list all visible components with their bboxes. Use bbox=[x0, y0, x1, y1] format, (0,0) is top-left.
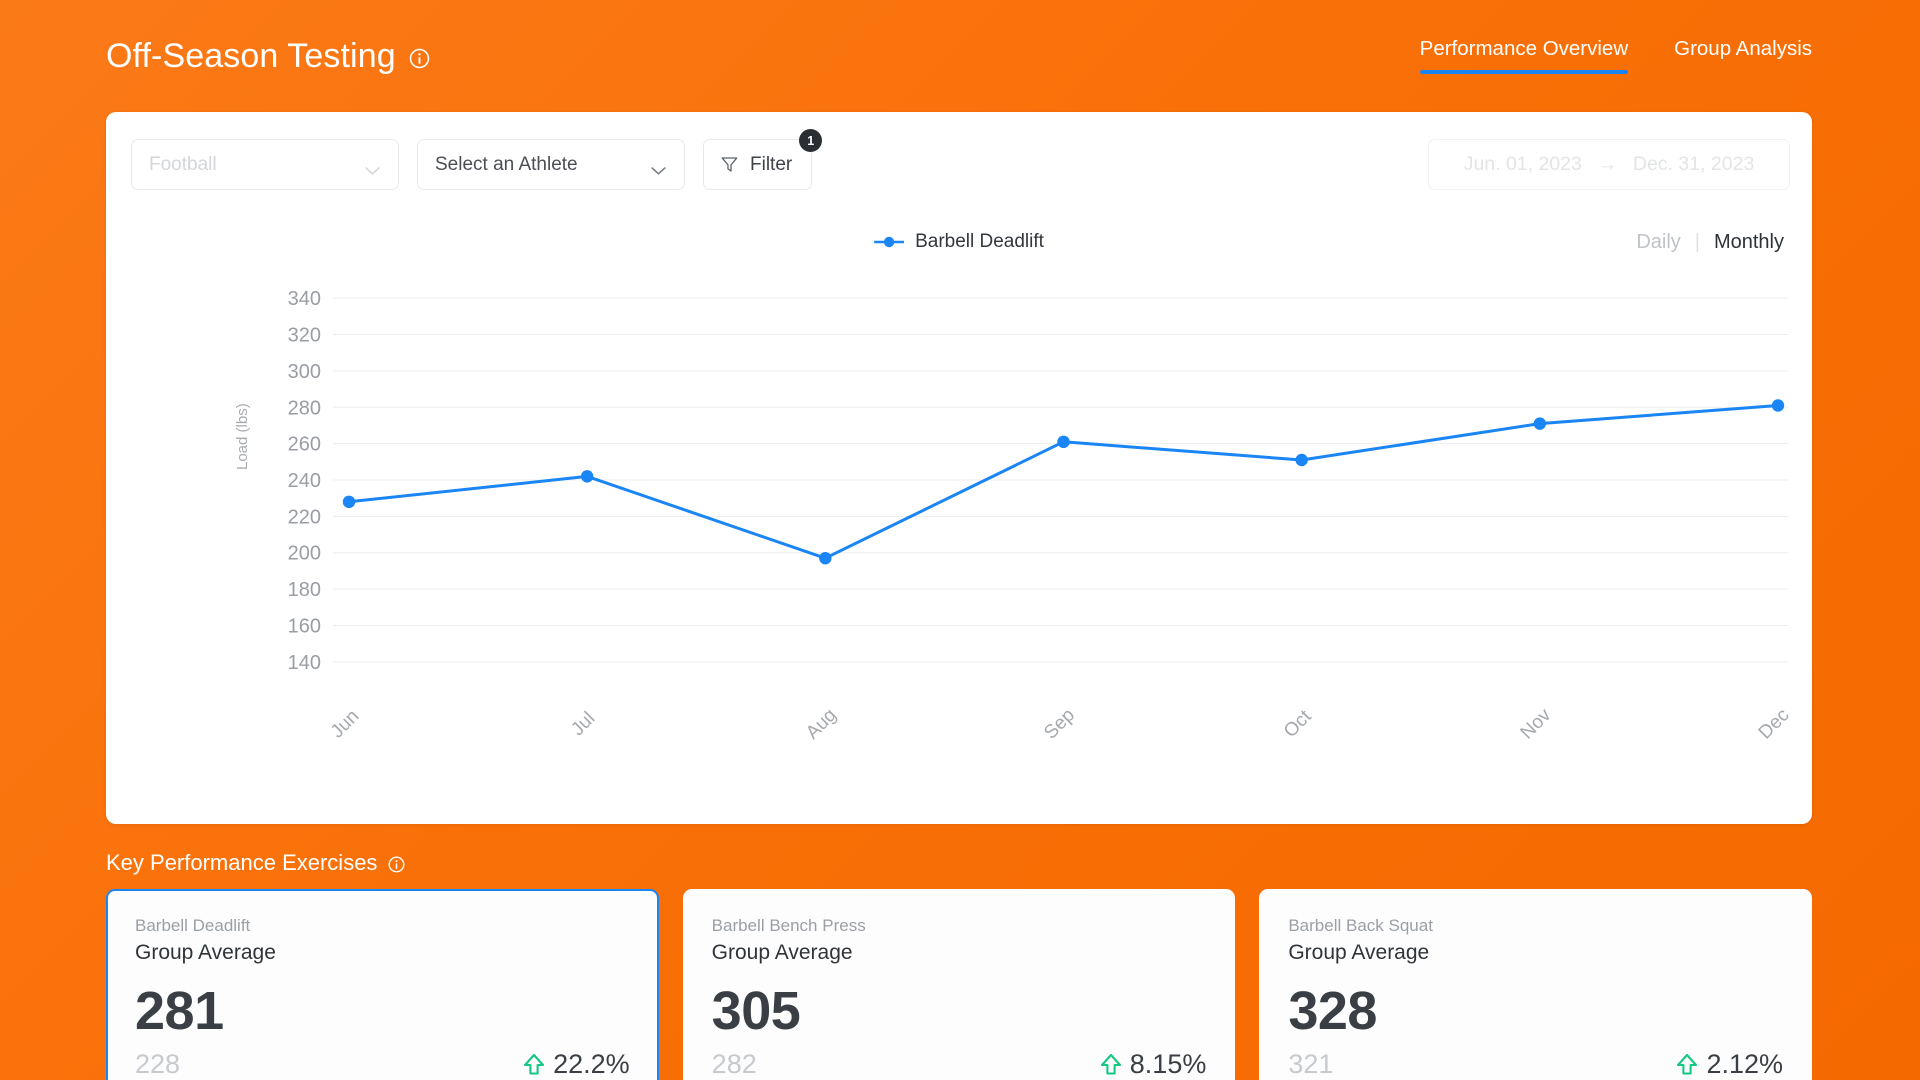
primary-nav: Performance Overview Group Analysis bbox=[1420, 37, 1812, 76]
card-delta-value: 2.12% bbox=[1706, 1049, 1783, 1080]
card-value: 305 bbox=[712, 983, 1207, 1040]
data-point[interactable]: Nov: 271 bbox=[1534, 417, 1546, 429]
filter-button[interactable]: Filter 1 bbox=[703, 139, 812, 190]
x-axis-tick-label: Jul bbox=[567, 708, 599, 740]
y-axis-tick-label: 240 bbox=[288, 470, 321, 492]
x-axis-tick-label: Aug bbox=[802, 705, 841, 744]
y-axis-tick-label: 140 bbox=[288, 652, 321, 674]
card-exercise-name: Barbell Back Squat bbox=[1288, 916, 1783, 936]
chart-legend-item[interactable]: Barbell Deadlift bbox=[874, 231, 1044, 253]
card-value: 281 bbox=[135, 983, 630, 1040]
key-exercise-card[interactable]: Barbell Deadlift Group Average 281 228 22.2% bbox=[106, 889, 659, 1080]
legend-marker-icon bbox=[874, 235, 904, 249]
page-title-group: Off-Season Testing bbox=[106, 37, 430, 76]
tab-performance-overview[interactable]: Performance Overview bbox=[1420, 37, 1628, 74]
info-icon[interactable] bbox=[409, 48, 430, 69]
chart-plot-area: Load (lbs) 14016018020022024026028030032… bbox=[106, 270, 1812, 785]
y-axis-tick-label: 200 bbox=[288, 543, 321, 565]
athlete-select[interactable]: Select an Athlete bbox=[417, 139, 685, 190]
key-exercises-title: Key Performance Exercises bbox=[106, 850, 377, 876]
granularity-toggle: Daily | Monthly bbox=[1636, 231, 1784, 254]
y-axis-tick-label: 260 bbox=[288, 434, 321, 456]
x-axis-tick-label: Oct bbox=[1280, 706, 1316, 742]
granularity-monthly[interactable]: Monthly bbox=[1714, 231, 1784, 254]
tab-group-analysis[interactable]: Group Analysis bbox=[1674, 37, 1812, 74]
card-subtitle: Group Average bbox=[1288, 941, 1783, 965]
data-point[interactable]: Sep: 261 bbox=[1057, 436, 1069, 448]
date-range-picker[interactable]: Jun. 01, 2023 → Dec. 31, 2023 bbox=[1428, 139, 1790, 190]
granularity-separator: | bbox=[1695, 231, 1700, 254]
arrow-up-icon bbox=[523, 1052, 545, 1076]
card-previous-value: 321 bbox=[1288, 1049, 1333, 1080]
sport-select[interactable]: Football bbox=[131, 139, 399, 190]
data-point[interactable]: Jul: 242 bbox=[581, 470, 593, 482]
filter-count-badge: 1 bbox=[799, 129, 822, 152]
data-point[interactable]: Dec: 281 bbox=[1772, 399, 1784, 411]
key-exercise-card-list: Barbell Deadlift Group Average 281 228 22.2%… bbox=[106, 889, 1812, 1080]
chart-header: Barbell Deadlift Daily | Monthly bbox=[106, 228, 1812, 256]
granularity-daily[interactable]: Daily bbox=[1636, 231, 1680, 254]
y-axis-tick-label: 320 bbox=[288, 325, 321, 347]
data-point[interactable]: Aug: 197 bbox=[819, 552, 831, 564]
card-delta: 22.2% bbox=[523, 1049, 630, 1080]
card-subtitle: Group Average bbox=[135, 941, 630, 965]
x-axis-tick-label: Sep bbox=[1040, 705, 1079, 744]
card-delta: 8.15% bbox=[1100, 1049, 1207, 1080]
card-footer: 228 22.2% bbox=[135, 1049, 630, 1080]
arrow-up-icon bbox=[1100, 1052, 1122, 1076]
arrow-right-icon: → bbox=[1598, 154, 1617, 176]
y-axis-tick-label: 160 bbox=[288, 615, 321, 637]
line-chart-svg[interactable]: 140 160 180 200 220 240 260 280 300 320 340 Jun Jul A… bbox=[106, 270, 1808, 785]
data-point[interactable]: Jun: 228 bbox=[343, 496, 355, 508]
data-point[interactable]: Oct: 251 bbox=[1295, 454, 1307, 466]
sport-select-value: Football bbox=[149, 154, 217, 176]
y-axis-tick-label: 180 bbox=[288, 579, 321, 601]
card-footer: 321 2.12% bbox=[1288, 1049, 1783, 1080]
x-axis-tick-label: Jun bbox=[327, 706, 364, 743]
filter-button-label: Filter bbox=[750, 154, 792, 176]
funnel-icon bbox=[720, 155, 739, 174]
series-line bbox=[349, 406, 1778, 559]
key-exercise-card[interactable]: Barbell Back Squat Group Average 328 321 2.1… bbox=[1259, 889, 1812, 1080]
y-axis-tick-label: 280 bbox=[288, 397, 321, 419]
card-previous-value: 282 bbox=[712, 1049, 757, 1080]
card-subtitle: Group Average bbox=[712, 941, 1207, 965]
chevron-down-icon bbox=[364, 160, 381, 170]
card-exercise-name: Barbell Bench Press bbox=[712, 916, 1207, 936]
date-range-start: Jun. 01, 2023 bbox=[1464, 153, 1582, 176]
arrow-up-icon bbox=[1676, 1052, 1698, 1076]
key-exercises-header: Key Performance Exercises bbox=[106, 850, 1920, 876]
card-delta-value: 8.15% bbox=[1130, 1049, 1207, 1080]
card-exercise-name: Barbell Deadlift bbox=[135, 916, 630, 936]
chevron-down-icon bbox=[650, 160, 667, 170]
chart-panel: Football Select an Athlete Filter bbox=[106, 112, 1812, 824]
card-value: 328 bbox=[1288, 983, 1783, 1040]
page-title: Off-Season Testing bbox=[106, 37, 396, 76]
app-header: Off-Season Testing Performance Overview … bbox=[0, 0, 1920, 112]
key-exercise-card[interactable]: Barbell Bench Press Group Average 305 282 8.… bbox=[683, 889, 1236, 1080]
card-delta: 2.12% bbox=[1676, 1049, 1783, 1080]
legend-label: Barbell Deadlift bbox=[915, 231, 1044, 253]
y-axis-tick-label: 220 bbox=[288, 506, 321, 528]
y-axis-tick-label: 340 bbox=[288, 288, 321, 310]
filter-toolbar: Football Select an Athlete Filter bbox=[106, 112, 1812, 190]
x-axis-tick-label: Nov bbox=[1517, 704, 1556, 743]
date-range-end: Dec. 31, 2023 bbox=[1633, 153, 1754, 176]
athlete-select-value: Select an Athlete bbox=[435, 154, 578, 176]
card-previous-value: 228 bbox=[135, 1049, 180, 1080]
card-footer: 282 8.15% bbox=[712, 1049, 1207, 1080]
x-axis-tick-label: Dec bbox=[1755, 705, 1794, 744]
y-axis-tick-label: 300 bbox=[288, 361, 321, 383]
card-delta-value: 22.2% bbox=[553, 1049, 630, 1080]
info-icon[interactable] bbox=[388, 856, 405, 873]
